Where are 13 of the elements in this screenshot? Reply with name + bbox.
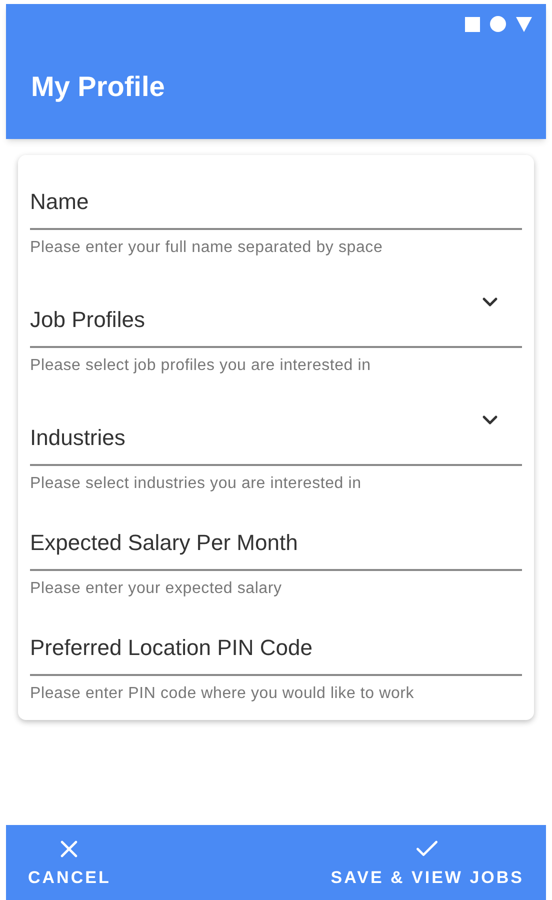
helper-text: Please enter PIN code where you would like to work — [30, 684, 416, 704]
helper-text: Please select industries you are interested in — [30, 474, 362, 494]
dropdown-field[interactable]: Industries — [30, 408, 522, 466]
triangle-icon — [516, 16, 532, 32]
dropdown-field[interactable]: Job Profiles — [30, 290, 522, 348]
input-field[interactable]: Name — [30, 185, 522, 230]
input-field[interactable]: Expected Salary Per Month — [30, 526, 522, 571]
square-icon — [465, 16, 480, 32]
helper-text: Please select job profiles you are interested in — [30, 356, 372, 376]
helper-text: Please enter your expected salary — [30, 579, 283, 599]
input-field[interactable]: Preferred Location PIN Code — [30, 631, 522, 676]
page-title: My Profile — [31, 70, 166, 104]
helper-text: Please enter your full name separated by space — [30, 238, 384, 258]
